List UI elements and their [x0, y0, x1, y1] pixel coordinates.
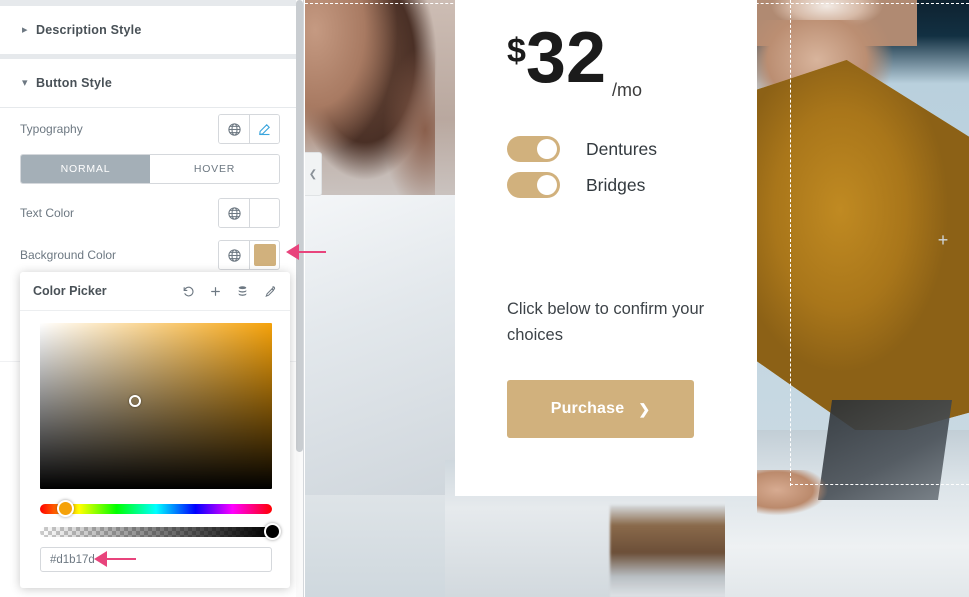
plus-icon[interactable]: +	[935, 231, 951, 249]
selection-guide-vertical	[790, 0, 791, 486]
control-row-typography: Typography	[0, 108, 297, 150]
pricing-card-widget[interactable]: $ 32 /mo Dentures Bridges Click below to…	[455, 0, 757, 496]
sv-cursor-handle[interactable]	[129, 394, 142, 407]
feature-row-dentures: Dentures	[507, 136, 657, 162]
color-picker-title: Color Picker	[33, 284, 107, 298]
typography-controls	[218, 114, 280, 144]
section-label: Description Style	[36, 23, 142, 37]
typography-label: Typography	[20, 122, 83, 136]
swatch-fill	[253, 202, 276, 224]
section-header-description-style[interactable]: Description Style	[0, 6, 297, 55]
background-color-controls	[218, 240, 280, 270]
arrow-shaft	[104, 558, 136, 560]
swatch-fill	[253, 244, 276, 266]
feature-row-bridges: Bridges	[507, 172, 645, 198]
photo-detail	[757, 470, 852, 530]
pencil-icon[interactable]	[249, 115, 279, 143]
eyedropper-icon[interactable]	[258, 280, 280, 302]
reset-icon[interactable]	[177, 280, 199, 302]
text-color-swatch[interactable]	[249, 199, 279, 227]
tab-normal[interactable]: NORMAL	[21, 155, 150, 183]
palette-library-icon[interactable]	[231, 280, 253, 302]
preview-canvas: $ 32 /mo Dentures Bridges Click below to…	[305, 0, 969, 597]
app-root: Description Style Button Style Typograph…	[0, 0, 969, 597]
annotation-arrow-hex-input	[94, 550, 136, 568]
purchase-button-label: Purchase	[550, 400, 625, 417]
chevron-right-icon: ❯	[638, 400, 651, 417]
price-period: /mo	[612, 80, 643, 100]
toggle-knob	[537, 175, 557, 195]
section-label: Button Style	[36, 76, 113, 90]
photo-detail	[305, 195, 460, 495]
price-display: $ 32 /mo	[507, 18, 643, 101]
price-amount: 32	[525, 18, 607, 98]
hex-input[interactable]	[40, 547, 272, 572]
text-color-label: Text Color	[20, 206, 75, 220]
feature-label: Bridges	[586, 174, 646, 195]
hue-slider-handle[interactable]	[57, 500, 75, 517]
alpha-slider-handle[interactable]	[263, 523, 281, 540]
price-currency: $	[507, 32, 526, 70]
feature-label: Dentures	[586, 138, 658, 159]
toggle-bridges[interactable]	[507, 172, 560, 198]
panel-collapse-handle[interactable]: ❮	[305, 152, 322, 196]
card-description: Click below to confirm your choices	[507, 300, 705, 345]
background-color-swatch[interactable]	[249, 241, 279, 269]
globe-icon[interactable]	[219, 115, 249, 143]
toggle-dentures[interactable]	[507, 136, 560, 162]
background-photo-left	[305, 0, 460, 597]
tab-hover[interactable]: HOVER	[150, 155, 279, 183]
sidebar-scrollbar-thumb[interactable]	[296, 0, 303, 452]
arrow-shaft	[296, 251, 326, 253]
purchase-button[interactable]: Purchase ❯	[507, 380, 694, 438]
state-tabs: NORMAL HOVER	[20, 154, 280, 184]
chevron-down-icon	[22, 78, 36, 89]
control-row-text-color: Text Color	[0, 192, 297, 234]
control-row-background-color: Background Color	[0, 234, 297, 276]
saturation-value-area[interactable]	[40, 323, 272, 489]
selection-guide-horizontal-top	[305, 3, 969, 4]
alpha-slider[interactable]	[40, 527, 272, 537]
add-icon[interactable]	[204, 280, 226, 302]
annotation-arrow-background-swatch	[286, 243, 326, 261]
color-picker-toolbar	[177, 280, 280, 302]
toggle-knob	[537, 139, 557, 159]
chevron-right-icon	[22, 25, 36, 36]
hue-slider[interactable]	[40, 504, 272, 514]
background-color-label: Background Color	[20, 248, 117, 262]
sidebar-scrollbar-track[interactable]	[296, 0, 303, 597]
color-picker-popup: Color Picker	[20, 272, 290, 588]
style-settings-sidebar: Description Style Button Style Typograph…	[0, 0, 304, 597]
globe-icon[interactable]	[219, 241, 249, 269]
color-picker-header: Color Picker	[20, 272, 290, 311]
section-header-button-style[interactable]: Button Style	[0, 59, 297, 108]
text-color-controls	[218, 198, 280, 228]
globe-icon[interactable]	[219, 199, 249, 227]
selection-guide-horizontal-bottom	[790, 484, 969, 485]
